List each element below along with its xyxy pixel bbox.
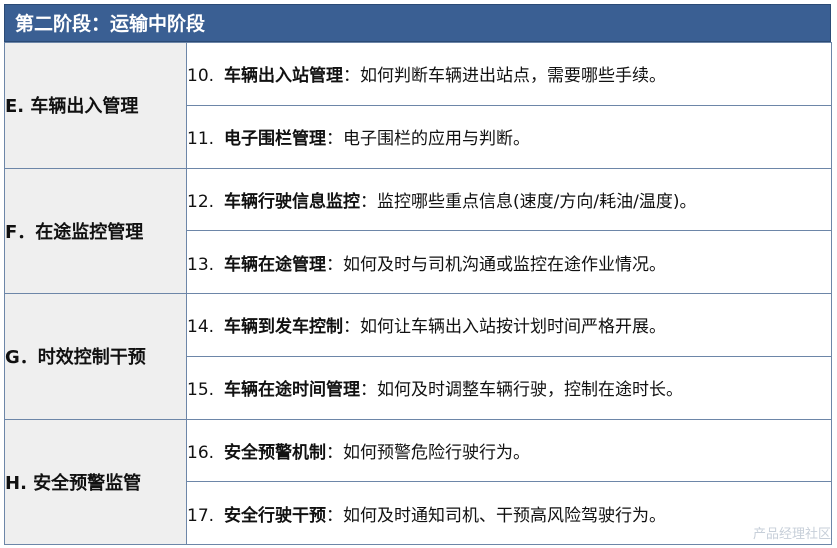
- group-label-e: E. 车辆出入管理: [4, 42, 187, 169]
- item-title: 电子围栏管理: [224, 129, 327, 150]
- item-number: 16.: [187, 442, 215, 463]
- list-item: 16. 安全预警机制：如何预警危险行驶行为。: [186, 418, 832, 483]
- stage-table: E. 车辆出入管理 10. 车辆出入站管理：如何判断车辆进出站点，需要哪些手续。 …: [4, 42, 832, 545]
- list-item: 13. 车辆在途管理：如何及时与司机沟通或监控在途作业情况。: [186, 230, 832, 294]
- item-number: 10.: [187, 66, 215, 87]
- table-row: F．在途监控管理 12. 车辆行驶信息监控：监控哪些重点信息(速度/方向/耗油/温…: [4, 167, 832, 294]
- group-label-h: H. 安全预警监管: [4, 418, 187, 545]
- table-row: G．时效控制干预 14. 车辆到发车控制：如何让车辆出入站按计划时间严格开展。: [4, 293, 832, 420]
- item-number: 12.: [187, 191, 215, 212]
- item-description: ：监控哪些重点信息(速度/方向/耗油/温度)。: [360, 191, 697, 212]
- item-title: 安全行驶干预: [224, 505, 327, 526]
- item-number: 17.: [187, 505, 215, 526]
- item-description: ：如何让车辆出入站按计划时间严格开展。: [343, 317, 667, 338]
- group-label-f: F．在途监控管理: [4, 167, 187, 294]
- item-title: 车辆出入站管理: [224, 66, 344, 87]
- list-item: 15. 车辆在途时间管理：如何及时调整车辆行驶，控制在途时长。: [186, 355, 832, 420]
- list-item: 17. 安全行驶干预：如何及时通知司机、干预高风险驾驶行为。: [186, 481, 832, 545]
- stage-header: 第二阶段：运输中阶段: [4, 4, 831, 42]
- item-title: 车辆到发车控制: [224, 317, 344, 338]
- group-label-g: G．时效控制干预: [4, 293, 187, 420]
- item-number: 14.: [187, 317, 215, 338]
- item-number: 15.: [187, 380, 215, 401]
- table-row: E. 车辆出入管理 10. 车辆出入站管理：如何判断车辆进出站点，需要哪些手续。: [4, 42, 832, 169]
- item-description: ：电子围栏的应用与判断。: [326, 129, 531, 150]
- table-row: H. 安全预警监管 16. 安全预警机制：如何预警危险行驶行为。: [4, 418, 832, 545]
- item-description: ：如何判断车辆进出站点，需要哪些手续。: [343, 66, 667, 87]
- item-title: 车辆在途时间管理: [224, 380, 361, 401]
- item-title: 安全预警机制: [224, 442, 327, 463]
- item-title: 车辆在途管理: [224, 254, 327, 275]
- item-description: ：如何及时调整车辆行驶，控制在途时长。: [360, 380, 684, 401]
- list-item: 12. 车辆行驶信息监控：监控哪些重点信息(速度/方向/耗油/温度)。: [186, 167, 832, 232]
- item-description: ：如何及时与司机沟通或监控在途作业情况。: [326, 254, 667, 275]
- watermark: 产品经理社区: [752, 527, 831, 542]
- list-item: 14. 车辆到发车控制：如何让车辆出入站按计划时间严格开展。: [186, 293, 832, 357]
- item-number: 11.: [187, 129, 215, 150]
- list-item: 11. 电子围栏管理：电子围栏的应用与判断。: [186, 104, 832, 169]
- item-description: ：如何预警危险行驶行为。: [326, 442, 531, 463]
- item-title: 车辆行驶信息监控: [224, 191, 361, 212]
- list-item: 10. 车辆出入站管理：如何判断车辆进出站点，需要哪些手续。: [186, 42, 832, 106]
- item-description: ：如何及时通知司机、干预高风险驾驶行为。: [326, 505, 667, 526]
- item-number: 13.: [187, 254, 215, 275]
- stage-title: 第二阶段：运输中阶段: [15, 13, 206, 35]
